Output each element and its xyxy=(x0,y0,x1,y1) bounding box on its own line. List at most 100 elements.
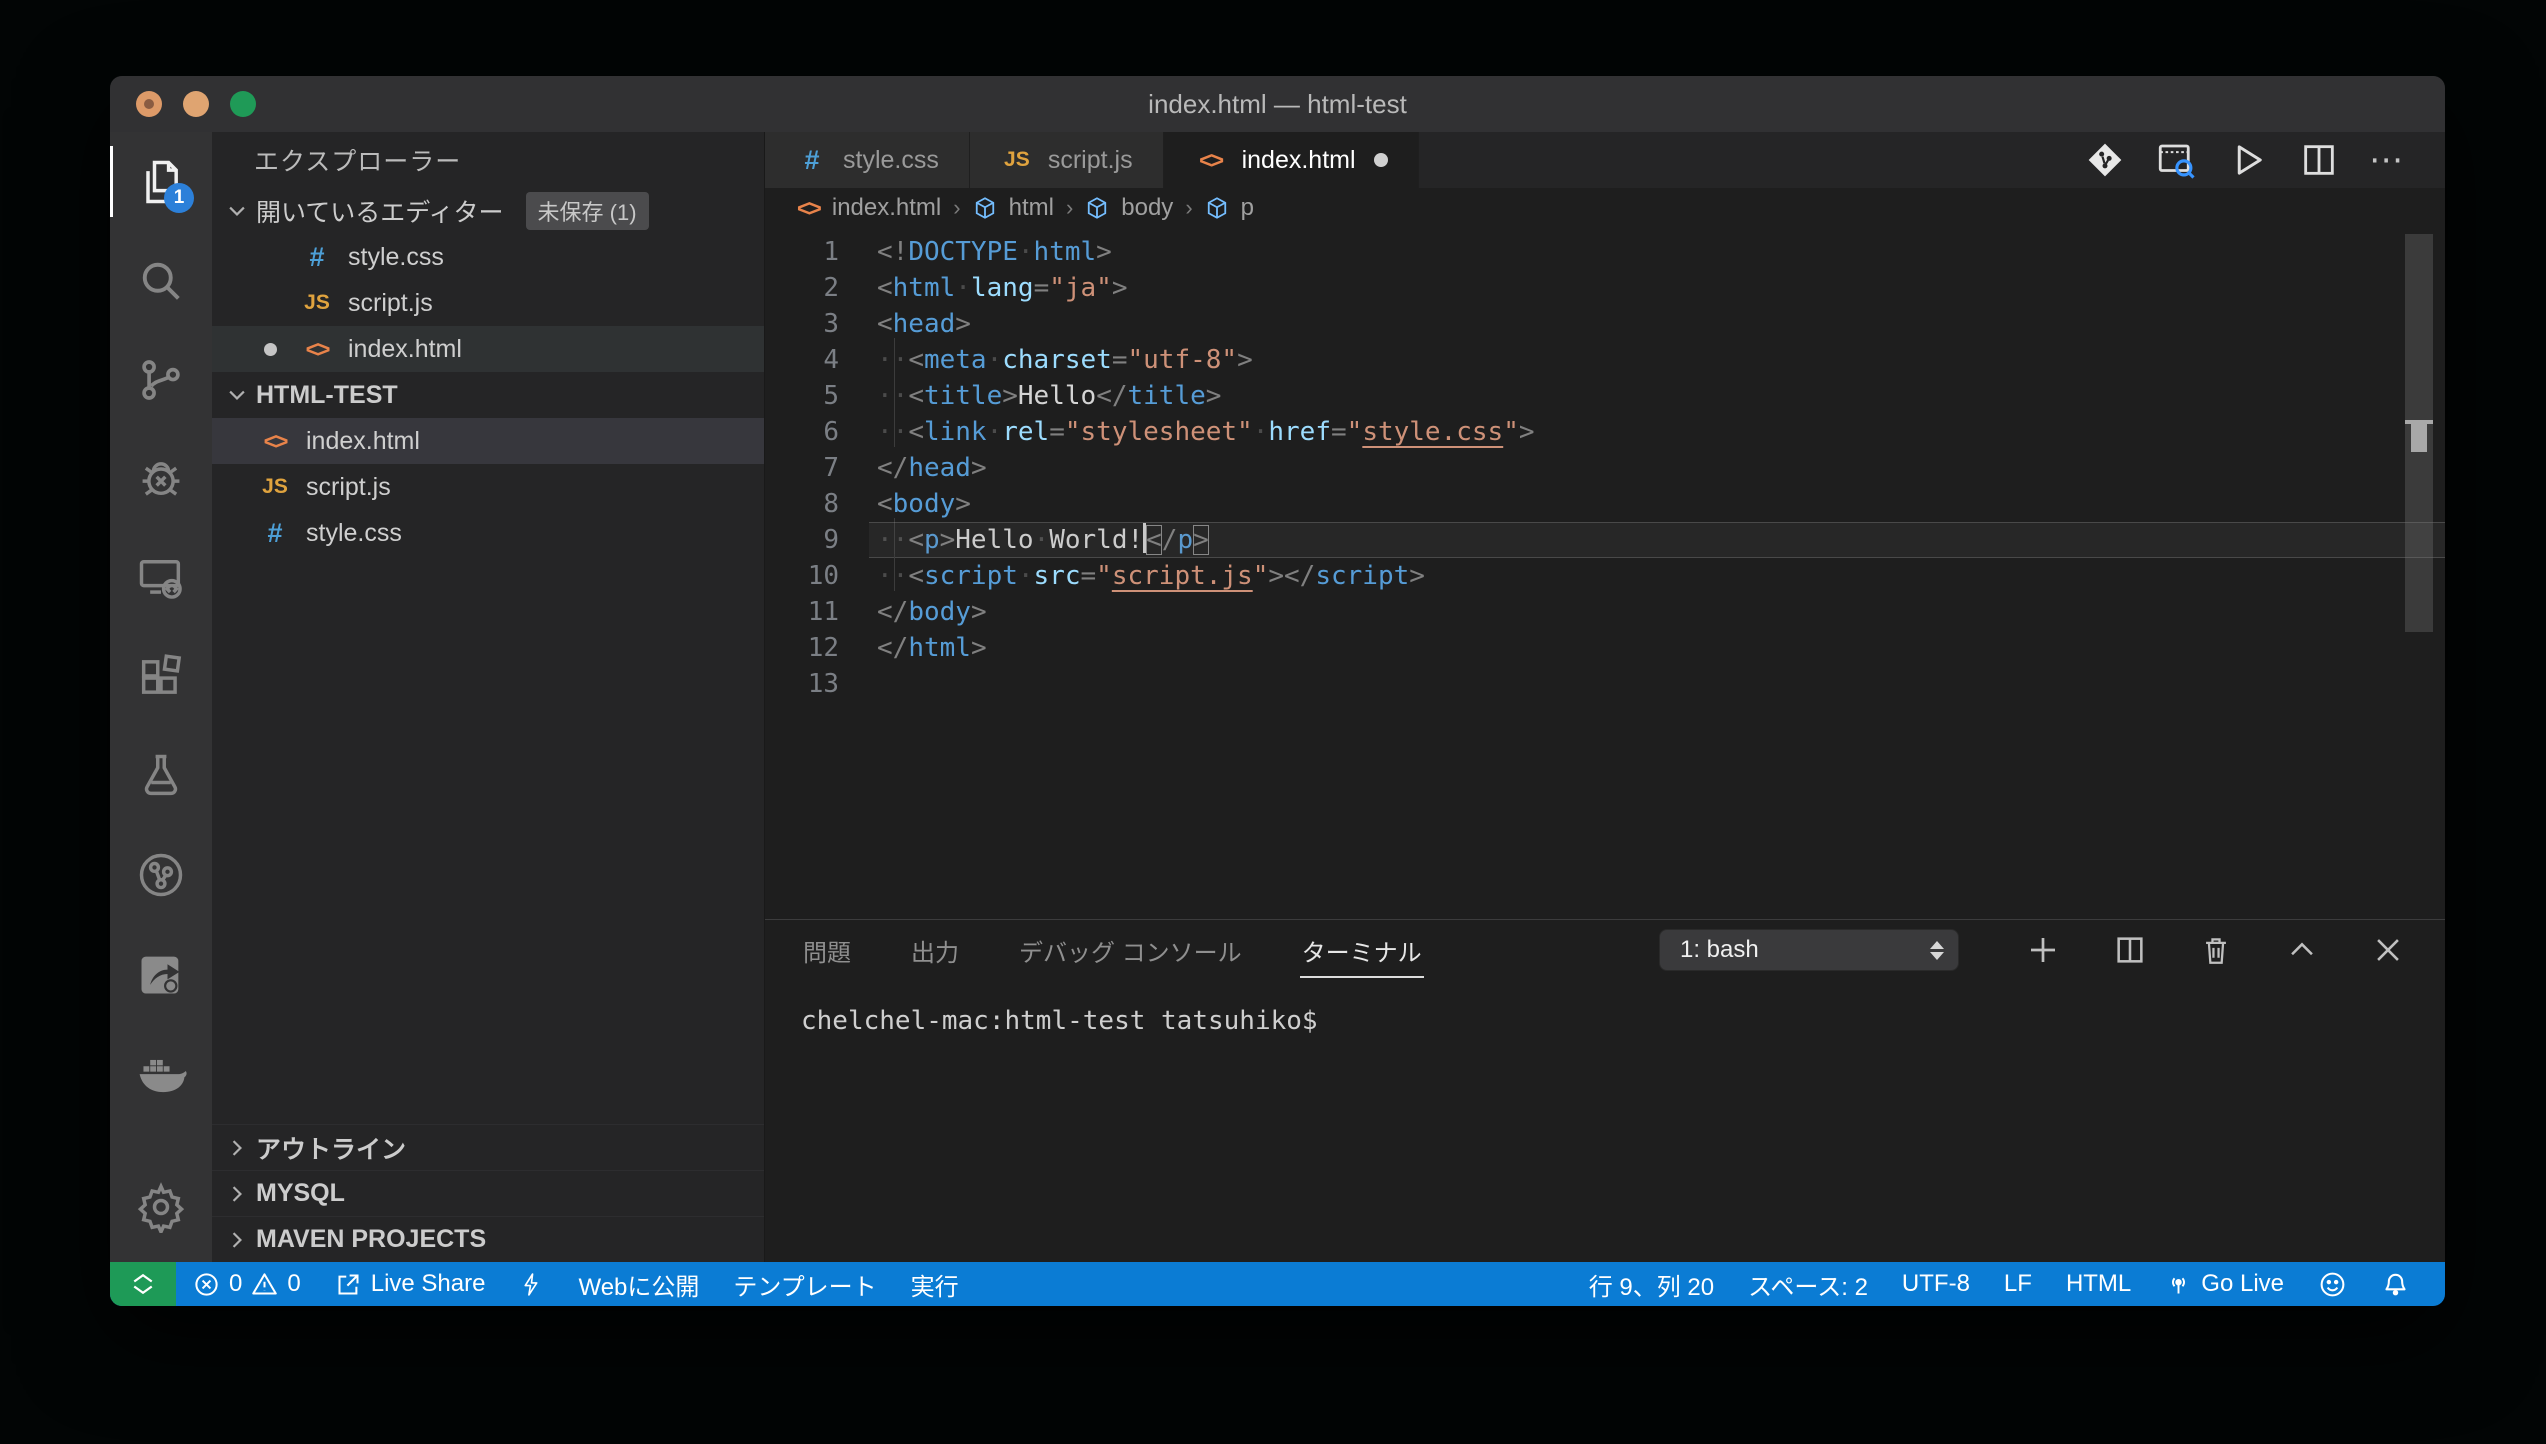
code-line[interactable]: 1<!DOCTYPE·html> xyxy=(765,234,2445,270)
manage-button[interactable] xyxy=(110,1152,212,1262)
terminal-output[interactable]: chelchel-mac:html-test tatsuhiko$ xyxy=(765,980,2445,1262)
code-token: " xyxy=(1096,561,1112,591)
breadcrumb-item[interactable]: html xyxy=(1009,194,1054,222)
editor-scrollbar[interactable] xyxy=(2405,228,2433,919)
remote-icon xyxy=(128,1269,158,1299)
code-token: lang xyxy=(971,273,1034,303)
folder-header[interactable]: HTML-TEST xyxy=(212,372,764,418)
tab-terminal[interactable]: ターミナル xyxy=(1300,919,1424,982)
title-bar[interactable]: index.html — html-test xyxy=(110,76,2445,132)
close-window-button[interactable] xyxy=(136,91,162,117)
code-line[interactable]: 3<head> xyxy=(765,306,2445,342)
section-label: MAVEN PROJECTS xyxy=(256,1225,486,1254)
language-label: HTML xyxy=(2066,1270,2131,1298)
code-token: · xyxy=(987,342,1003,378)
terminal-select[interactable]: 1: bash xyxy=(1659,929,1959,971)
breadcrumb-item[interactable]: index.html xyxy=(832,194,941,222)
zoom-window-button[interactable] xyxy=(230,91,256,117)
code-line[interactable]: 5··<title>Hello</title> xyxy=(765,378,2445,414)
code-line[interactable]: 6··<link·rel="stylesheet"·href="style.cs… xyxy=(765,414,2445,450)
sidebar-item-explorer[interactable]: 1 xyxy=(110,132,212,231)
open-editor-item-active[interactable]: <> index.html xyxy=(212,326,764,372)
open-editors-header[interactable]: 開いているエディター 未保存 (1) xyxy=(212,188,764,234)
kill-terminal-icon[interactable] xyxy=(2199,933,2233,967)
open-editor-item[interactable]: JS script.js xyxy=(212,280,764,326)
file-item[interactable]: JS script.js xyxy=(212,464,764,510)
run-icon[interactable] xyxy=(2227,139,2269,181)
breadcrumb-item[interactable]: p xyxy=(1241,194,1254,222)
code-line[interactable]: 9··<p>Hello·World!</p> xyxy=(765,522,2445,558)
run-status-button[interactable]: 実行 xyxy=(894,1267,976,1302)
encoding-status[interactable]: UTF-8 xyxy=(1885,1270,1987,1298)
tab-debug-console[interactable]: デバッグ コンソール xyxy=(1017,919,1244,982)
code-line[interactable]: 11</body> xyxy=(765,594,2445,630)
sidebar-item-git-graph[interactable] xyxy=(110,825,212,924)
outline-section-header[interactable]: アウトライン xyxy=(212,1124,764,1170)
code-token: </ xyxy=(877,597,908,627)
live-share-button[interactable]: Live Share xyxy=(318,1270,503,1298)
code-token: " xyxy=(1347,417,1363,447)
code-line[interactable]: 8<body> xyxy=(765,486,2445,522)
sidebar-item-source-control[interactable] xyxy=(110,330,212,429)
split-editor-icon[interactable] xyxy=(2299,140,2339,180)
code-token: < xyxy=(908,417,924,447)
eol-status[interactable]: LF xyxy=(1987,1270,2049,1298)
publish-web-label: Webに公開 xyxy=(578,1267,699,1302)
code-token: <! xyxy=(877,237,908,267)
feedback-button[interactable] xyxy=(2301,1270,2364,1299)
line-number: 2 xyxy=(765,270,839,306)
code-token: < xyxy=(908,525,924,555)
indentation-status[interactable]: スペース: 2 xyxy=(1731,1267,1885,1302)
sidebar-item-testing[interactable] xyxy=(110,726,212,825)
debug-icon xyxy=(135,453,187,505)
maven-section-header[interactable]: MAVEN PROJECTS xyxy=(212,1216,764,1262)
sidebar-item-remote-explorer[interactable] xyxy=(110,528,212,627)
template-button[interactable]: テンプレート xyxy=(716,1267,893,1302)
sidebar-item-debug[interactable] xyxy=(110,429,212,528)
code-line[interactable]: 12</html> xyxy=(765,630,2445,666)
open-editor-item[interactable]: # style.css xyxy=(212,234,764,280)
tab-problems[interactable]: 問題 xyxy=(801,919,853,982)
open-preview-icon[interactable] xyxy=(2155,139,2197,181)
split-terminal-icon[interactable] xyxy=(2113,933,2147,967)
code-token: > xyxy=(971,597,987,627)
sidebar-item-search[interactable] xyxy=(110,231,212,330)
code-line[interactable]: 7</head> xyxy=(765,450,2445,486)
remote-indicator[interactable] xyxy=(110,1262,176,1306)
code-line[interactable]: 2<html·lang="ja"> xyxy=(765,270,2445,306)
code-line[interactable]: 13 xyxy=(765,666,2445,702)
sidebar-item-extensions[interactable] xyxy=(110,627,212,726)
code-token: html xyxy=(1034,237,1097,267)
maximize-panel-icon[interactable] xyxy=(2285,933,2319,967)
more-actions-icon[interactable]: ⋯ xyxy=(2369,150,2405,170)
sidebar-item-docker[interactable] xyxy=(110,1023,212,1122)
minimize-window-button[interactable] xyxy=(183,91,209,117)
tab-output[interactable]: 出力 xyxy=(909,919,961,982)
file-item[interactable]: # style.css xyxy=(212,510,764,556)
go-live-button[interactable]: Go Live xyxy=(2148,1270,2301,1298)
language-mode-status[interactable]: HTML xyxy=(2049,1270,2148,1298)
code-token: = xyxy=(1081,561,1097,591)
code-line[interactable]: 4··<meta·charset="utf-8"> xyxy=(765,342,2445,378)
lightning-button[interactable] xyxy=(502,1272,561,1297)
tab-index-html[interactable]: <> index.html xyxy=(1164,132,1419,188)
publish-web-button[interactable]: Webに公開 xyxy=(561,1267,716,1302)
breadcrumb-item[interactable]: body xyxy=(1121,194,1173,222)
notifications-button[interactable] xyxy=(2364,1270,2427,1299)
cursor-position-status[interactable]: 行 9、列 20 xyxy=(1572,1267,1731,1302)
file-item-active[interactable]: <> index.html xyxy=(212,418,764,464)
close-panel-icon[interactable] xyxy=(2371,933,2405,967)
code-editor[interactable]: 1<!DOCTYPE·html>2<html·lang="ja">3<head>… xyxy=(765,228,2445,919)
sidebar-item-share[interactable] xyxy=(110,924,212,1023)
code-line[interactable]: 10··<script·src="script.js"></script> xyxy=(765,558,2445,594)
problems-status[interactable]: 0 0 xyxy=(176,1270,318,1298)
line-number: 13 xyxy=(765,666,839,702)
mysql-section-header[interactable]: MYSQL xyxy=(212,1170,764,1216)
git-icon[interactable] xyxy=(2085,140,2125,180)
code-token: src xyxy=(1034,561,1081,591)
line-number: 1 xyxy=(765,234,839,270)
tab-style-css[interactable]: # style.css xyxy=(765,132,970,188)
tab-script-js[interactable]: JS script.js xyxy=(970,132,1164,188)
new-terminal-icon[interactable] xyxy=(2025,932,2061,968)
code-token: = xyxy=(1034,273,1050,303)
